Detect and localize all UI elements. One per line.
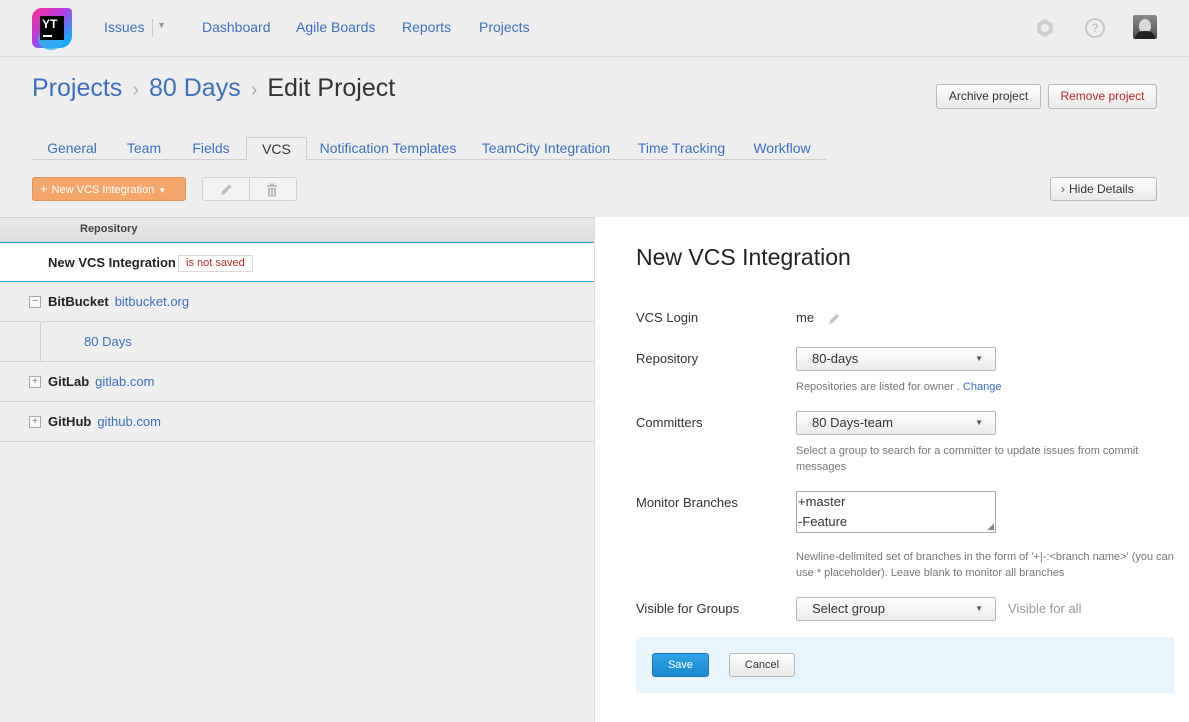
visible-groups-select[interactable]: Select group ▼ [796,597,996,621]
nav-reports[interactable]: Reports [402,19,451,35]
repository-select[interactable]: 80-days ▼ [796,347,996,371]
dropdown-caret-icon: ▼ [158,186,167,195]
edit-delete-toolbar [202,177,297,201]
list-item-host[interactable]: bitbucket.org [115,294,189,309]
breadcrumb: Projects › 80 Days › Edit Project [32,72,395,104]
page-title: Edit Project [267,74,396,102]
tab-workflow[interactable]: Workflow [748,137,816,160]
project-tabs: General Team Fields VCS Notification Tem… [32,137,826,161]
chevron-right-icon: › [132,79,139,101]
committers-label: Committers [636,415,703,430]
dropdown-caret-icon: ▼ [975,354,983,363]
list-item-bitbucket[interactable]: − BitBucket bitbucket.org [0,282,594,322]
hide-details-button[interactable]: › Hide Details [1050,177,1157,201]
dropdown-caret-icon: ▼ [975,418,983,427]
repository-list: Repository New VCS Integration is not sa… [0,217,594,722]
tab-team[interactable]: Team [116,137,172,160]
archive-project-button[interactable]: Archive project [936,84,1041,109]
nav-dashboard[interactable]: Dashboard [202,19,271,35]
save-button[interactable]: Save [652,653,709,677]
change-owner-link[interactable]: Change [963,381,1002,393]
trash-icon[interactable] [264,182,280,198]
remove-project-button[interactable]: Remove project [1048,84,1157,109]
expand-toggle-icon[interactable]: + [29,376,41,388]
avatar[interactable] [1133,15,1157,39]
pencil-icon[interactable] [218,182,234,198]
tab-vcs[interactable]: VCS [246,137,307,161]
breadcrumb-projects[interactable]: Projects [32,74,122,102]
tab-time-tracking[interactable]: Time Tracking [632,137,731,160]
resize-handle-icon[interactable]: ◢ [987,522,994,531]
list-item-host[interactable]: github.com [97,414,161,429]
tab-general[interactable]: General [38,137,106,160]
chevron-right-icon: › [1061,182,1065,196]
chevron-right-icon: › [250,79,258,101]
list-item-github[interactable]: + GitHub github.com [0,402,594,442]
list-item-new-integration[interactable]: New VCS Integration is not saved [0,242,594,282]
cancel-button[interactable]: Cancel [729,653,795,677]
youtrack-logo-icon[interactable]: YT [32,8,72,50]
list-item-gitlab[interactable]: + GitLab gitlab.com [0,362,594,402]
monitor-branches-textarea[interactable]: +master -Feature ◢ [796,491,996,533]
repository-hint: Repositories are listed for owner . Chan… [796,381,1002,393]
visible-for-all-note: Visible for all [1008,601,1082,616]
status-badge: is not saved [178,255,253,272]
list-item-name: GitLab [48,374,90,389]
column-header-repository: Repository [0,218,594,242]
monitor-branches-hint: Newline-delimited set of branches in the… [796,551,1174,579]
details-panel: New VCS Integration VCS Login me Reposit… [594,217,1189,722]
details-title: New VCS Integration [636,244,851,270]
nav-agile-boards[interactable]: Agile Boards [296,19,375,35]
committers-hint: Select a group to search for a committer… [796,445,1139,473]
visible-for-groups-label: Visible for Groups [636,601,740,616]
vcs-login-value: me [796,310,815,325]
list-item-80-days[interactable]: 80 Days [0,322,594,362]
list-item-name: GitHub [48,414,92,429]
expand-toggle-icon[interactable]: + [29,416,41,428]
form-footer: Save Cancel [636,637,1174,693]
collapse-toggle-icon[interactable]: − [29,296,41,308]
vcs-login-label: VCS Login [636,310,699,325]
dropdown-caret-icon: ▼ [975,604,983,613]
breadcrumb-project[interactable]: 80 Days [149,74,241,102]
list-item-name: New VCS Integration [48,255,176,270]
plus-icon: + [40,181,48,196]
pencil-icon[interactable] [827,312,841,326]
list-item-repo[interactable]: 80 Days [84,322,132,362]
tab-notification-templates[interactable]: Notification Templates [317,137,459,160]
repository-label: Repository [636,351,699,366]
nav-projects[interactable]: Projects [479,19,530,35]
dropdown-caret-icon[interactable]: ▼ [157,20,166,30]
list-item-name: BitBucket [48,294,109,309]
new-vcs-integration-button[interactable]: + New VCS Integration ▼ [32,177,186,201]
monitor-branches-label: Monitor Branches [636,495,738,510]
list-item-host[interactable]: gitlab.com [95,374,154,389]
tab-teamcity-integration[interactable]: TeamCity Integration [476,137,616,160]
top-navigation-bar: YT Issues ▼ Dashboard Agile Boards Repor… [0,0,1189,57]
gear-icon[interactable] [1035,18,1055,38]
help-icon[interactable]: ? [1085,18,1105,38]
nav-issues[interactable]: Issues [104,19,144,35]
nav-divider [152,19,153,37]
committers-select[interactable]: 80 Days-team ▼ [796,411,996,435]
tab-fields[interactable]: Fields [182,137,240,160]
